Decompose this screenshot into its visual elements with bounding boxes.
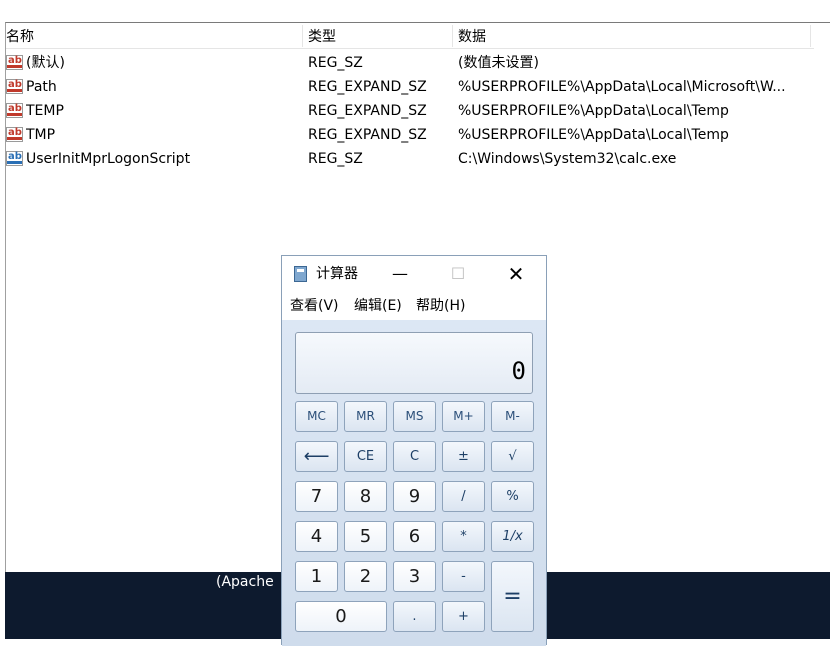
calculator-app-icon bbox=[294, 266, 307, 282]
digit-0-button[interactable]: 0 bbox=[295, 601, 387, 632]
column-header-data[interactable]: 数据 bbox=[458, 27, 486, 47]
value-data: %USERPROFILE%\AppData\Local\Temp bbox=[458, 127, 729, 143]
digit-4-button[interactable]: 4 bbox=[295, 521, 338, 552]
taskbar-label[interactable]: (Apache bbox=[216, 572, 274, 592]
value-name: TMP bbox=[26, 127, 56, 143]
value-data: C:\Windows\System32\calc.exe bbox=[458, 151, 677, 167]
string-value-icon: ab bbox=[6, 151, 23, 166]
digit-6-button[interactable]: 6 bbox=[393, 521, 436, 552]
list-item[interactable]: ab TEMP REG_EXPAND_SZ %USERPROFILE%\AppD… bbox=[6, 99, 826, 123]
window-title: 计算器 bbox=[316, 266, 358, 282]
value-type: REG_SZ bbox=[308, 151, 363, 167]
value-type: REG_SZ bbox=[308, 55, 363, 71]
backspace-button[interactable]: ⟵ bbox=[295, 441, 338, 472]
ce-button[interactable]: CE bbox=[344, 441, 387, 472]
digit-1-button[interactable]: 1 bbox=[295, 561, 338, 592]
column-separator[interactable] bbox=[302, 25, 303, 47]
m-plus-button[interactable]: M+ bbox=[442, 401, 485, 432]
list-item[interactable]: ab (默认) REG_SZ (数值未设置) bbox=[6, 51, 826, 75]
plus-button[interactable]: + bbox=[442, 601, 485, 632]
list-item[interactable]: ab UserInitMprLogonScript REG_SZ C:\Wind… bbox=[6, 147, 826, 171]
close-button[interactable]: ✕ bbox=[498, 260, 534, 288]
value-type: REG_EXPAND_SZ bbox=[308, 103, 427, 119]
digit-9-button[interactable]: 9 bbox=[393, 481, 436, 512]
value-name: TEMP bbox=[26, 103, 64, 119]
value-data: %USERPROFILE%\AppData\Local\Microsoft\W.… bbox=[458, 79, 786, 95]
m-minus-button[interactable]: M- bbox=[491, 401, 534, 432]
list-item[interactable]: ab TMP REG_EXPAND_SZ %USERPROFILE%\AppDa… bbox=[6, 123, 826, 147]
string-value-icon: ab bbox=[6, 55, 23, 70]
equals-button[interactable]: = bbox=[491, 561, 534, 632]
column-header-name[interactable]: 名称 bbox=[6, 27, 34, 47]
list-right-edge bbox=[817, 23, 830, 573]
string-value-icon: ab bbox=[6, 79, 23, 94]
column-header-type[interactable]: 类型 bbox=[308, 27, 336, 47]
divide-button[interactable]: / bbox=[442, 481, 485, 512]
plus-minus-button[interactable]: ± bbox=[442, 441, 485, 472]
value-name: Path bbox=[26, 79, 57, 95]
column-separator[interactable] bbox=[810, 25, 811, 47]
mc-button[interactable]: MC bbox=[295, 401, 338, 432]
clear-button[interactable]: C bbox=[393, 441, 436, 472]
value-type: REG_EXPAND_SZ bbox=[308, 127, 427, 143]
value-name: UserInitMprLogonScript bbox=[26, 151, 191, 167]
value-type: REG_EXPAND_SZ bbox=[308, 79, 427, 95]
value-data: %USERPROFILE%\AppData\Local\Temp bbox=[458, 103, 729, 119]
menu-help[interactable]: 帮助(H) bbox=[416, 296, 465, 316]
sqrt-button[interactable]: √ bbox=[491, 441, 534, 472]
menu-bar: 查看(V) 编辑(E) 帮助(H) bbox=[282, 292, 546, 320]
reciprocal-button[interactable]: 1/x bbox=[491, 521, 534, 552]
percent-button[interactable]: % bbox=[491, 481, 534, 512]
minus-button[interactable]: - bbox=[442, 561, 485, 592]
digit-8-button[interactable]: 8 bbox=[344, 481, 387, 512]
top-toolbar-area bbox=[0, 0, 830, 22]
value-name: (默认) bbox=[26, 55, 65, 71]
digit-7-button[interactable]: 7 bbox=[295, 481, 338, 512]
maximize-button[interactable]: ☐ bbox=[440, 260, 476, 288]
digit-3-button[interactable]: 3 bbox=[393, 561, 436, 592]
calculator-window[interactable]: 计算器 — ☐ ✕ 查看(V) 编辑(E) 帮助(H) 0 MC MR MS M… bbox=[281, 255, 547, 646]
display-value: 0 bbox=[511, 357, 526, 385]
decimal-button[interactable]: . bbox=[393, 601, 436, 632]
string-value-icon: ab bbox=[6, 103, 23, 118]
value-data: (数值未设置) bbox=[458, 55, 539, 71]
menu-edit[interactable]: 编辑(E) bbox=[354, 296, 402, 316]
menu-view[interactable]: 查看(V) bbox=[290, 296, 339, 316]
calculator-body: 0 MC MR MS M+ M- ⟵ CE C ± √ 7 8 9 / % 4 … bbox=[282, 320, 546, 646]
string-value-icon: ab bbox=[6, 127, 23, 142]
calculator-titlebar[interactable]: 计算器 — ☐ ✕ bbox=[282, 256, 546, 292]
digit-2-button[interactable]: 2 bbox=[344, 561, 387, 592]
calculator-display: 0 bbox=[295, 332, 533, 394]
list-header: 名称 类型 数据 bbox=[6, 23, 814, 49]
mr-button[interactable]: MR bbox=[344, 401, 387, 432]
digit-5-button[interactable]: 5 bbox=[344, 521, 387, 552]
ms-button[interactable]: MS bbox=[393, 401, 436, 432]
list-item[interactable]: ab Path REG_EXPAND_SZ %USERPROFILE%\AppD… bbox=[6, 75, 826, 99]
column-separator[interactable] bbox=[452, 25, 453, 47]
multiply-button[interactable]: * bbox=[442, 521, 485, 552]
minimize-button[interactable]: — bbox=[382, 260, 418, 288]
